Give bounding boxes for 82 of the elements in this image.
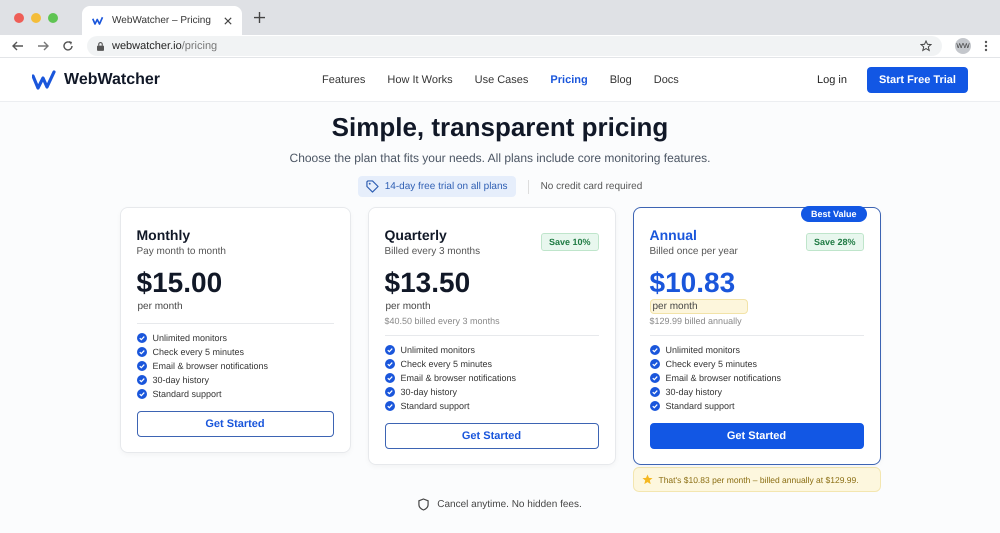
get-started-button[interactable]: Get Started: [650, 423, 864, 449]
plan-name: Monthly: [136, 227, 192, 243]
close-window-button[interactable]: [14, 12, 24, 22]
feature-text: Standard support: [152, 389, 222, 399]
nav-link[interactable]: Blog: [610, 74, 632, 86]
feature-text: 30-day history: [666, 387, 722, 397]
check-icon: [384, 401, 394, 411]
price: $13.50: [384, 267, 472, 299]
feature-text: Unlimited monitors: [400, 345, 476, 355]
check-icon: [136, 347, 146, 357]
feature-text: Check every 5 minutes: [152, 347, 244, 357]
feature-text: Email & browser notifications: [666, 373, 782, 383]
shield-icon: [418, 498, 430, 511]
price: $10.83: [650, 267, 736, 299]
close-icon[interactable]: [224, 16, 232, 24]
new-tab-icon[interactable]: [254, 12, 265, 23]
nav-link[interactable]: Features: [322, 74, 366, 86]
check-icon: [650, 401, 660, 411]
back-icon[interactable]: [12, 40, 24, 52]
trial-text: 14-day free trial on all plans: [384, 181, 508, 192]
browser-tab[interactable]: WebWatcher – Pricing: [82, 6, 242, 35]
check-icon: [136, 375, 146, 385]
savings-badge: Save 10%: [540, 233, 598, 251]
billing-text: Billed once per year: [650, 246, 738, 257]
check-icon: [384, 345, 394, 355]
check-icon: [650, 359, 660, 369]
feature-text: Standard support: [400, 401, 470, 411]
feature-text: Email & browser notifications: [152, 361, 268, 371]
feature-text: Unlimited monitors: [152, 333, 228, 343]
logo-icon: [32, 70, 56, 90]
plan-name: Quarterly: [384, 227, 448, 243]
feature-text: Check every 5 minutes: [666, 359, 758, 369]
billed-total: $129.99 billed annually: [650, 316, 743, 326]
note-text: That's $10.83 per month – billed annually at $129.99.: [658, 474, 859, 484]
brand-name: WebWatcher: [64, 70, 160, 88]
billed-total: $40.50 billed every 3 months: [384, 316, 501, 326]
nav-link[interactable]: Docs: [654, 74, 679, 86]
check-icon: [384, 373, 394, 383]
check-icon: [384, 359, 394, 369]
best-value-badge: Best Value: [800, 206, 866, 222]
forward-icon[interactable]: [37, 40, 49, 52]
check-icon: [136, 333, 146, 343]
billing-text: Billed every 3 months: [384, 246, 480, 257]
check-icon: [136, 361, 146, 371]
address-field[interactable]: webwatcher.io/pricing: [87, 36, 942, 56]
billing-text: Pay month to month: [136, 246, 226, 257]
menu-icon[interactable]: [984, 40, 988, 52]
nav-link[interactable]: How It Works: [387, 74, 453, 86]
tab-title: WebWatcher – Pricing: [112, 15, 212, 26]
check-icon: [136, 389, 146, 399]
check-icon: [650, 387, 660, 397]
feature-text: Email & browser notifications: [400, 373, 516, 383]
plan-name: Annual: [650, 227, 698, 243]
feature-text: 30-day history: [400, 387, 458, 397]
check-icon: [384, 387, 394, 397]
start-trial-button[interactable]: Start Free Trial: [866, 66, 968, 92]
get-started-button[interactable]: Get Started: [136, 411, 334, 437]
nav-link[interactable]: Use Cases: [474, 74, 528, 86]
star-icon[interactable]: [920, 40, 932, 52]
page-subtitle: Choose the plan that fits your needs. All plans include core monitoring features.: [290, 151, 710, 165]
check-icon: [650, 345, 660, 355]
logo-icon: [92, 16, 104, 26]
lock-icon: [97, 42, 104, 50]
check-icon: [650, 373, 660, 383]
star-icon: [642, 474, 652, 485]
price-unit: per month: [650, 299, 748, 314]
nav-link[interactable]: Pricing: [550, 74, 588, 86]
no-card-text: No credit card required: [540, 181, 642, 192]
get-started-button[interactable]: Get Started: [384, 423, 598, 449]
feature-text: Unlimited monitors: [666, 345, 740, 355]
price-unit: per month: [384, 300, 432, 314]
feature-text: Check every 5 minutes: [400, 359, 492, 369]
savings-badge: Save 28%: [806, 233, 864, 251]
reload-icon[interactable]: [62, 40, 74, 52]
price: $15.00: [136, 267, 224, 299]
feature-text: 30-day history: [152, 375, 210, 385]
price-unit: per month: [136, 300, 184, 314]
tag-icon: [366, 180, 379, 193]
feature-text: Standard support: [666, 401, 735, 411]
login-link[interactable]: Log in: [816, 74, 847, 86]
page-title: Simple, transparent pricing: [332, 112, 668, 143]
cancel-note: Cancel anytime. No hidden fees.: [437, 499, 582, 510]
